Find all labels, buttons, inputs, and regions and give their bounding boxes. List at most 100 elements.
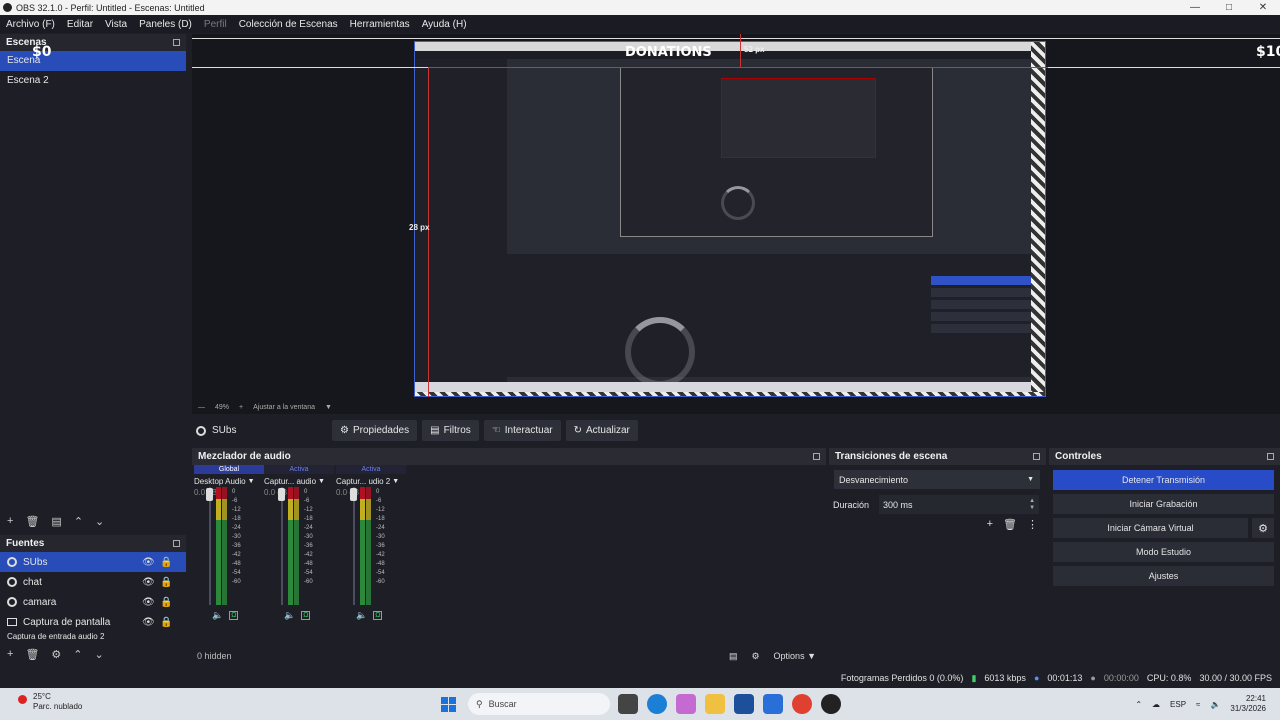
layout-icon[interactable]: ▤ xyxy=(729,651,738,662)
menu-coleccion-escenas[interactable]: Colección de Escenas xyxy=(233,19,344,30)
source-item-captura-pantalla[interactable]: Captura de pantalla 👁 🔒 xyxy=(0,612,186,632)
eye-icon[interactable]: 👁 xyxy=(142,577,155,588)
fader-knob[interactable] xyxy=(350,488,357,501)
float-dock-icon[interactable] xyxy=(1033,453,1040,460)
source-properties-icon[interactable]: ⚙ xyxy=(51,648,61,661)
headphones-icon[interactable]: Ω xyxy=(373,611,383,620)
zoom-in-icon[interactable]: + xyxy=(239,404,243,411)
channel-name[interactable]: Captur... udio 2 ▼ xyxy=(336,474,406,488)
move-up-icon[interactable]: ⌃ xyxy=(74,515,83,528)
mail-icon[interactable] xyxy=(763,694,783,714)
wifi-icon[interactable]: ≈ xyxy=(1196,700,1200,709)
scene-item-escena[interactable]: Escena xyxy=(0,51,186,71)
lock-icon[interactable]: 🔒 xyxy=(160,577,172,588)
settings-button[interactable]: Ajustes xyxy=(1053,566,1274,586)
preview-canvas[interactable]: 52 px 28 px $0 DONATIONS $10 xyxy=(192,34,1280,414)
speaker-icon[interactable]: 🔈 xyxy=(284,610,295,621)
move-down-icon[interactable]: ⌄ xyxy=(95,515,104,528)
stop-stream-button[interactable]: Detener Transmisión xyxy=(1053,470,1274,490)
zoom-out-icon[interactable]: — xyxy=(198,404,205,411)
source-item-subs[interactable]: SUbs 👁 🔒 xyxy=(0,552,186,572)
scene-item-escena-2[interactable]: Escena 2 xyxy=(0,71,186,91)
dropdown-icon[interactable]: ▼ xyxy=(392,478,399,485)
task-view-icon[interactable] xyxy=(618,694,638,714)
clock[interactable]: 22:41 31/3/2026 xyxy=(1230,694,1266,714)
eye-icon[interactable]: 👁 xyxy=(142,557,155,568)
mixer-settings-icon[interactable]: ⚙ xyxy=(751,651,759,662)
fader-knob[interactable] xyxy=(206,488,213,501)
float-dock-icon[interactable] xyxy=(173,39,180,46)
chevron-up-icon[interactable]: ⌃ xyxy=(1135,700,1142,709)
edge-icon[interactable] xyxy=(647,694,667,714)
start-virtual-camera-button[interactable]: Iniciar Cámara Virtual xyxy=(1053,518,1248,538)
float-dock-icon[interactable] xyxy=(1267,453,1274,460)
speaker-icon[interactable]: 🔈 xyxy=(212,610,223,621)
volume-fader[interactable] xyxy=(281,487,283,605)
remove-source-icon[interactable]: 🗑 xyxy=(25,648,39,661)
menu-perfil[interactable]: Perfil xyxy=(198,19,233,30)
eye-icon[interactable]: 👁 xyxy=(142,617,155,628)
menu-vista[interactable]: Vista xyxy=(99,19,133,30)
fit-window-label[interactable]: Ajustar a la ventana xyxy=(253,404,315,411)
move-down-icon[interactable]: ⌄ xyxy=(95,648,104,661)
minimize-icon[interactable]: — xyxy=(1178,2,1212,13)
menu-ayuda[interactable]: Ayuda (H) xyxy=(416,19,473,30)
add-scene-icon[interactable]: + xyxy=(7,515,13,527)
channel-name[interactable]: Captur... audio ▼ xyxy=(264,474,334,488)
fader-knob[interactable] xyxy=(278,488,285,501)
menu-archivo[interactable]: Archivo (F) xyxy=(0,19,61,30)
refresh-button[interactable]: ↻ Actualizar xyxy=(565,420,638,441)
menu-paneles[interactable]: Paneles (D) xyxy=(133,19,198,30)
remove-scene-icon[interactable]: 🗑 xyxy=(25,515,39,528)
eye-icon[interactable]: 👁 xyxy=(142,597,155,608)
headphones-icon[interactable]: Ω xyxy=(229,611,239,620)
lock-icon[interactable]: 🔒 xyxy=(160,557,172,568)
float-dock-icon[interactable] xyxy=(813,453,820,460)
file-explorer-icon[interactable] xyxy=(705,694,725,714)
windows-start-icon[interactable] xyxy=(441,697,456,712)
volume-fader[interactable] xyxy=(209,487,211,605)
source-item-captura-audio-2[interactable]: Captura de entrada audio 2 xyxy=(0,632,186,640)
lock-icon[interactable]: 🔒 xyxy=(160,597,172,608)
more-options-icon[interactable]: ⋮ xyxy=(1027,518,1038,531)
store-icon[interactable] xyxy=(734,694,754,714)
start-recording-button[interactable]: Iniciar Grabación xyxy=(1053,494,1274,514)
menu-editar[interactable]: Editar xyxy=(61,19,99,30)
chrome-icon[interactable] xyxy=(792,694,812,714)
speaker-icon[interactable]: 🔈 xyxy=(356,610,367,621)
cloud-icon[interactable]: ☁ xyxy=(1152,700,1160,709)
close-icon[interactable]: ✕ xyxy=(1246,2,1280,13)
virtual-camera-settings-button[interactable]: ⚙ xyxy=(1252,518,1274,538)
chevron-down-icon[interactable]: ▼ xyxy=(325,404,332,411)
studio-mode-button[interactable]: Modo Estudio xyxy=(1053,542,1274,562)
float-dock-icon[interactable] xyxy=(173,540,180,547)
source-item-chat[interactable]: chat 👁 🔒 xyxy=(0,572,186,592)
volume-fader[interactable] xyxy=(353,487,355,605)
remove-transition-icon[interactable]: 🗑 xyxy=(1003,518,1017,531)
dropdown-icon[interactable]: ▼ xyxy=(318,478,325,485)
chevron-down-icon[interactable]: ▼ xyxy=(1027,476,1034,483)
move-up-icon[interactable]: ⌃ xyxy=(73,648,82,661)
taskbar-search[interactable]: ⚲ Buscar xyxy=(468,693,610,715)
language-indicator[interactable]: ESP xyxy=(1170,700,1186,709)
transition-select[interactable]: Desvanecimiento ▼ xyxy=(834,470,1040,489)
obs-taskbar-icon[interactable] xyxy=(821,694,841,714)
headphones-icon[interactable]: Ω xyxy=(301,611,311,620)
copilot-icon[interactable] xyxy=(676,694,696,714)
channel-name[interactable]: Desktop Audio ▼ xyxy=(194,474,264,488)
add-transition-icon[interactable]: + xyxy=(987,518,993,531)
volume-icon[interactable]: 🔈 xyxy=(1210,700,1220,709)
lock-icon[interactable]: 🔒 xyxy=(160,617,172,628)
source-item-camara[interactable]: camara 👁 🔒 xyxy=(0,592,186,612)
options-button[interactable]: Options ▼ xyxy=(774,651,816,661)
duration-spinbox[interactable]: 300 ms ▲ ▼ xyxy=(879,495,1040,514)
properties-button[interactable]: ⚙ Propiedades xyxy=(332,420,418,441)
maximize-icon[interactable]: □ xyxy=(1212,2,1246,13)
program-canvas[interactable] xyxy=(414,41,1046,397)
interact-button[interactable]: ☜ Interactuar xyxy=(483,420,561,441)
menu-herramientas[interactable]: Herramientas xyxy=(344,19,416,30)
spin-arrows-icon[interactable]: ▲ ▼ xyxy=(1029,498,1035,512)
scene-filters-icon[interactable]: ▤ xyxy=(51,515,61,528)
dropdown-icon[interactable]: ▼ xyxy=(248,478,255,485)
add-source-icon[interactable]: + xyxy=(7,648,13,660)
